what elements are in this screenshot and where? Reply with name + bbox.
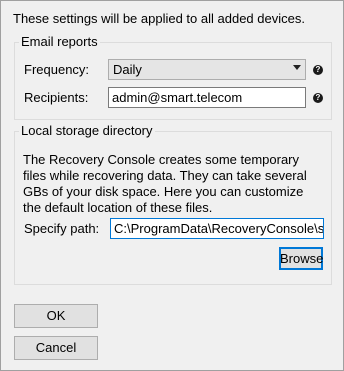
recipients-help-icon[interactable]: ? <box>313 93 323 103</box>
local-storage-group: Local storage directory The Recovery Con… <box>14 123 332 285</box>
local-storage-title: Local storage directory <box>19 123 155 138</box>
local-storage-description: The Recovery Console creates some tempor… <box>23 152 307 215</box>
cancel-button[interactable]: Cancel <box>14 336 98 360</box>
specify-path-label: Specify path: <box>24 221 100 236</box>
chevron-down-icon <box>293 65 301 70</box>
recipients-label: Recipients: <box>24 90 89 105</box>
frequency-label: Frequency: <box>24 62 90 77</box>
email-reports-group: Email reports Frequency: Daily ? Recipie… <box>14 34 332 120</box>
settings-dialog: These settings will be applied to all ad… <box>0 0 344 371</box>
frequency-value: Daily <box>113 62 142 77</box>
path-input[interactable]: C:\ProgramData\RecoveryConsole\sto <box>110 218 324 239</box>
recipients-input[interactable]: admin@smart.telecom <box>108 87 306 108</box>
ok-button[interactable]: OK <box>14 304 98 328</box>
intro-text: These settings will be applied to all ad… <box>13 11 305 26</box>
frequency-help-icon[interactable]: ? <box>313 65 323 75</box>
email-reports-title: Email reports <box>19 34 100 49</box>
recipients-value: admin@smart.telecom <box>112 90 243 105</box>
frequency-dropdown[interactable]: Daily <box>108 59 306 80</box>
path-value: C:\ProgramData\RecoveryConsole\sto <box>114 221 324 236</box>
browse-button[interactable]: Browse <box>279 247 323 270</box>
